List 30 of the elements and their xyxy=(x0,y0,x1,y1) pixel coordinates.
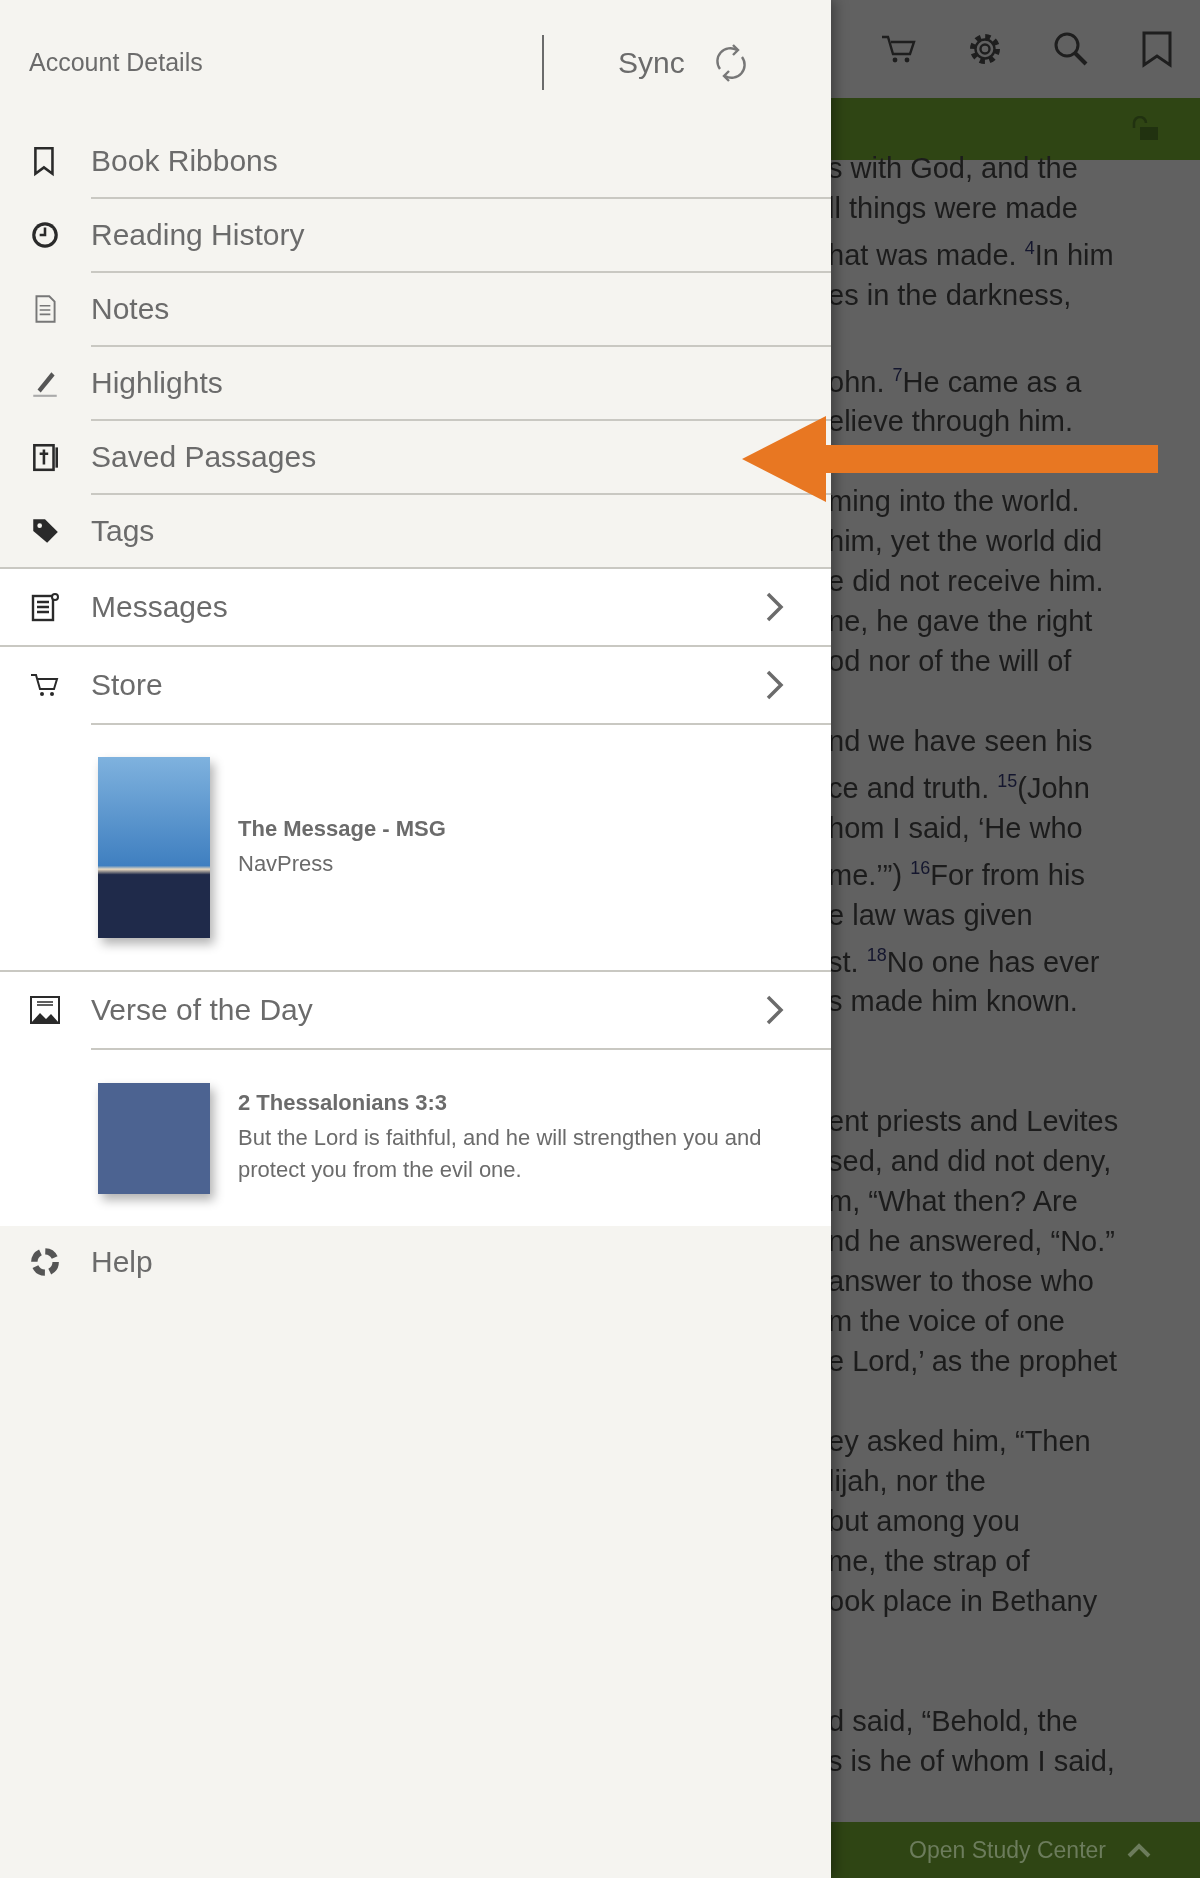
section-link[interactable]: Verse of the Day xyxy=(91,993,313,1027)
verse-reference: 2 Thessalonians 3:3 xyxy=(238,1090,449,1116)
menu-item[interactable]: Reading History xyxy=(91,218,305,252)
newsletter-icon xyxy=(29,591,61,623)
scripture-line: ohn. $^{7}$He came as a xyxy=(828,363,1083,400)
menu-item[interactable]: Book Ribbons xyxy=(91,144,278,178)
sync-label[interactable]: Sync xyxy=(618,45,685,80)
scripture-line: me.’”) $^{16}$For from his xyxy=(828,856,1086,893)
clock-icon xyxy=(29,219,61,251)
scripture-line: elieve through him. xyxy=(828,404,1075,440)
menu-item[interactable]: Notes xyxy=(91,292,170,326)
help-link[interactable]: Help xyxy=(91,1245,153,1279)
lifebuoy-icon xyxy=(29,1246,61,1278)
menu-item[interactable]: Highlights xyxy=(91,366,223,400)
image-icon xyxy=(29,994,61,1026)
book-publisher: NavPress xyxy=(238,849,335,878)
search-icon[interactable] xyxy=(1052,30,1090,68)
verse-text: But the Lord is faithful, and he will strengthen you and protect you from the evil one. xyxy=(238,1124,763,1184)
book-cover-image[interactable] xyxy=(98,757,210,938)
scripture-line: ook place in Bethany xyxy=(828,1584,1099,1620)
scripture-line: ming into the world. xyxy=(828,484,1081,520)
section-link[interactable]: Messages xyxy=(91,590,228,624)
scripture-line: answer to those who xyxy=(828,1264,1095,1300)
scripture-line: sed, and did not deny, xyxy=(828,1144,1113,1180)
section-link[interactable]: Store xyxy=(91,668,163,702)
menu-item[interactable]: Saved Passages xyxy=(91,440,317,474)
account-details-link[interactable]: Account Details xyxy=(29,48,542,77)
caret-up-icon[interactable] xyxy=(1126,1842,1152,1858)
book-title: The Message - MSG xyxy=(238,815,447,842)
menu-item[interactable]: Tags xyxy=(91,514,155,548)
